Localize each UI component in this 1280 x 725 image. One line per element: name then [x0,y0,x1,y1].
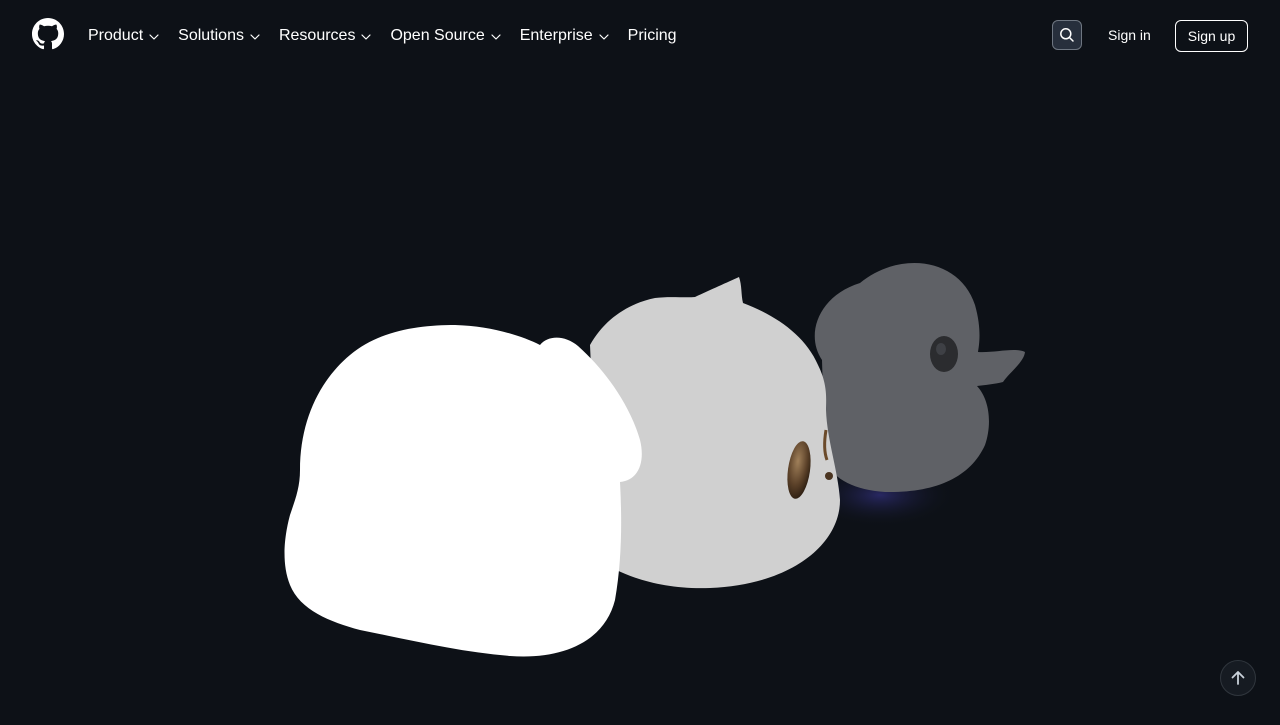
nav-resources-label: Resources [278,27,356,44]
nav-pricing-label: Pricing [627,27,677,44]
ducks-illustration [284,262,1025,657]
nav-product[interactable]: Product [88,27,160,45]
nav-enterprise[interactable]: Enterprise [520,27,610,45]
back-duck-eye [930,336,958,372]
nav-solutions-label: Solutions [178,27,244,44]
sign-up-button[interactable]: Sign up [1175,20,1248,52]
hero-illustration [0,72,1280,720]
arrow-up-icon [1231,671,1245,685]
site-header: Product Solutions Resources Open Source … [0,0,1280,72]
chevron-down-icon [250,33,260,40]
scroll-to-top-button[interactable] [1220,660,1256,696]
github-logo-icon[interactable] [32,18,64,50]
chevron-down-icon [361,33,372,40]
middle-duck-nostril [825,472,833,480]
nav-pricing[interactable]: Pricing [628,27,677,45]
front-duck [284,325,642,657]
nav-product-label: Product [88,27,144,44]
primary-nav: Product Solutions Resources Open Source … [88,0,695,72]
nav-open-source-label: Open Source [390,27,485,44]
nav-resources[interactable]: Resources [279,27,372,45]
back-duck [814,262,1025,493]
nav-open-source[interactable]: Open Source [390,27,501,45]
chevron-down-icon [599,33,609,40]
chevron-down-icon [491,33,501,40]
nav-enterprise-label: Enterprise [519,27,593,44]
nav-solutions[interactable]: Solutions [178,27,261,45]
search-icon [1060,28,1074,42]
sign-in-link[interactable]: Sign in [1108,27,1151,43]
search-button[interactable] [1052,20,1082,50]
chevron-down-icon [149,33,159,40]
